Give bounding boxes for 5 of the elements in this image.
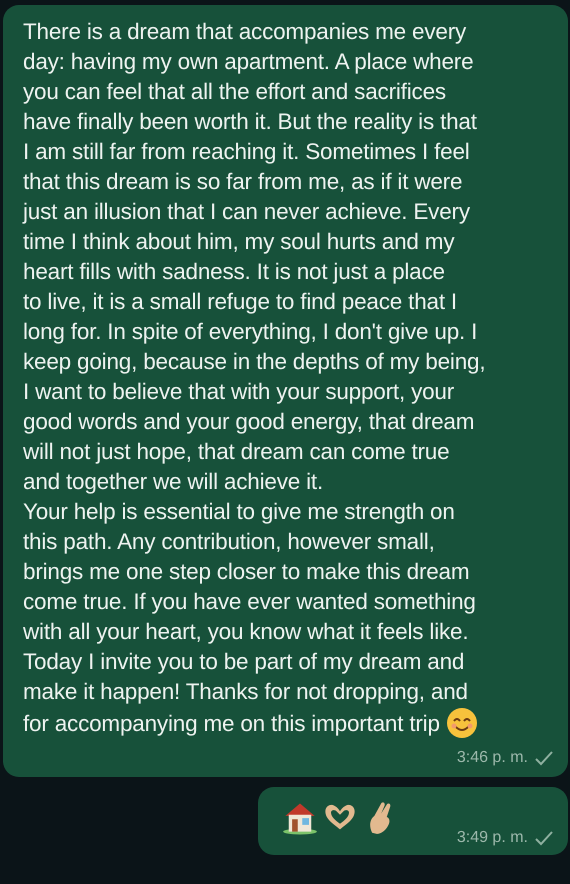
- message-text: Your help is essential to give me strength on this path. Any contribution, however small, brings me one step closer to make this dream come true. If you have ever wanted something with all your heart, you know what it feels like. Today I invite you to be part of my dream and make it happen! Thanks for not dropping, and for accompanying me on this important trip: [23, 497, 554, 739]
- message-text: There is a dream that accompanies me every day: having my own apartment. A place where you can feel that all the effort and sacrifices have finally been worth it. But the reality is that I am still far from reaching it. Sometimes I feel that this dream is so far from me, as if it were just an illusion that I can never achieve. Every time I think about him, my soul hurts and my heart fills with sadness. It is not just a place to live, it is a small refuge to find peace that I long for. In spite of everything, I don't give up. I keep going, because in the depths of my being, I want to believe that with your support, your good words and your good energy, that dream will not just hope, that dream can come true and together we will achieve it.: [23, 18, 486, 496]
- smiling-face-icon: [446, 707, 478, 739]
- message-time: 3:46 p. m.: [456, 749, 528, 767]
- message-time: 3:49 p. m.: [456, 829, 528, 847]
